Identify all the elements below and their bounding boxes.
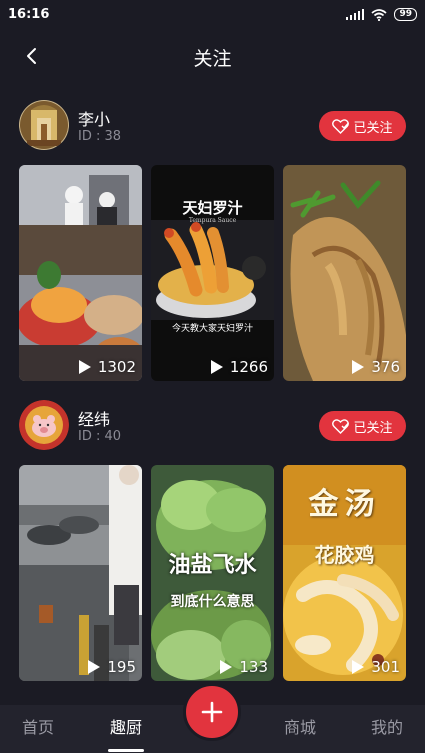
- add-button[interactable]: [183, 683, 241, 741]
- play-icon: [210, 360, 223, 374]
- play-count: 376: [351, 358, 400, 376]
- user-id: ID : 38: [78, 129, 122, 144]
- video-subtitle-text: 花胶鸡: [314, 543, 375, 567]
- status-bar: 16:16 99: [0, 0, 425, 30]
- play-icon: [352, 660, 365, 674]
- video-title-text: 油盐飞水: [168, 552, 257, 578]
- avatar[interactable]: [19, 400, 69, 450]
- active-tab-indicator: [108, 749, 144, 752]
- play-count-value: 376: [371, 358, 400, 376]
- heart-check-icon: [332, 118, 350, 134]
- wifi-icon: [371, 8, 388, 21]
- play-count: 195: [87, 658, 136, 676]
- play-icon: [352, 360, 365, 374]
- play-count-value: 1302: [97, 358, 136, 376]
- play-count-value: 133: [239, 658, 268, 676]
- play-icon: [220, 660, 233, 674]
- play-count-value: 195: [107, 658, 136, 676]
- follow-button[interactable]: 已关注: [319, 111, 406, 141]
- video-thumbnail[interactable]: 金汤 花胶鸡 301: [283, 465, 406, 681]
- user-name[interactable]: 李小: [78, 106, 110, 130]
- avatar[interactable]: [19, 100, 69, 150]
- video-title-text: 金汤: [308, 487, 381, 522]
- video-title-text: 天妇罗汁: [182, 199, 243, 217]
- nav-home[interactable]: 首页: [3, 705, 73, 753]
- play-count-value: 301: [371, 658, 400, 676]
- user-id: ID : 40: [78, 429, 122, 444]
- play-count: 1302: [78, 358, 136, 376]
- follow-button[interactable]: 已关注: [319, 411, 406, 441]
- video-subtitle-text: Tempura Sauce: [188, 217, 237, 224]
- play-count: 133: [219, 658, 268, 676]
- video-thumbnail[interactable]: 195: [19, 465, 142, 681]
- play-count: 301: [351, 658, 400, 676]
- video-thumbnail[interactable]: 1302: [19, 165, 142, 381]
- user-name[interactable]: 经纬: [78, 406, 110, 430]
- play-count: 1266: [210, 358, 268, 376]
- video-thumbnail[interactable]: 天妇罗汁 Tempura Sauce 今天教大家天妇罗汁 1266: [151, 165, 274, 381]
- video-caption: 今天教大家天妇罗汁: [171, 324, 253, 334]
- header: 关注: [0, 34, 425, 78]
- play-icon: [78, 360, 91, 374]
- video-thumbnail[interactable]: 376: [283, 165, 406, 381]
- status-icons: 99: [345, 8, 417, 21]
- follow-label: 已关注: [353, 120, 393, 136]
- nav-quchu[interactable]: 趣厨: [91, 705, 161, 753]
- battery-indicator: 99: [394, 8, 417, 21]
- heart-check-icon: [332, 418, 350, 434]
- signal-icon: [345, 9, 365, 20]
- page-title: 关注: [193, 48, 232, 70]
- play-count-value: 1266: [229, 358, 268, 376]
- nav-profile[interactable]: 我的: [352, 705, 422, 753]
- video-thumbnail[interactable]: 油盐飞水 到底什么意思 133: [151, 465, 274, 681]
- follow-label: 已关注: [353, 420, 393, 436]
- plus-icon: [201, 701, 223, 723]
- video-subtitle-text: 到底什么意思: [170, 594, 255, 610]
- play-icon: [88, 660, 101, 674]
- nav-mall[interactable]: 商城: [265, 705, 335, 753]
- status-time: 16:16: [8, 7, 50, 22]
